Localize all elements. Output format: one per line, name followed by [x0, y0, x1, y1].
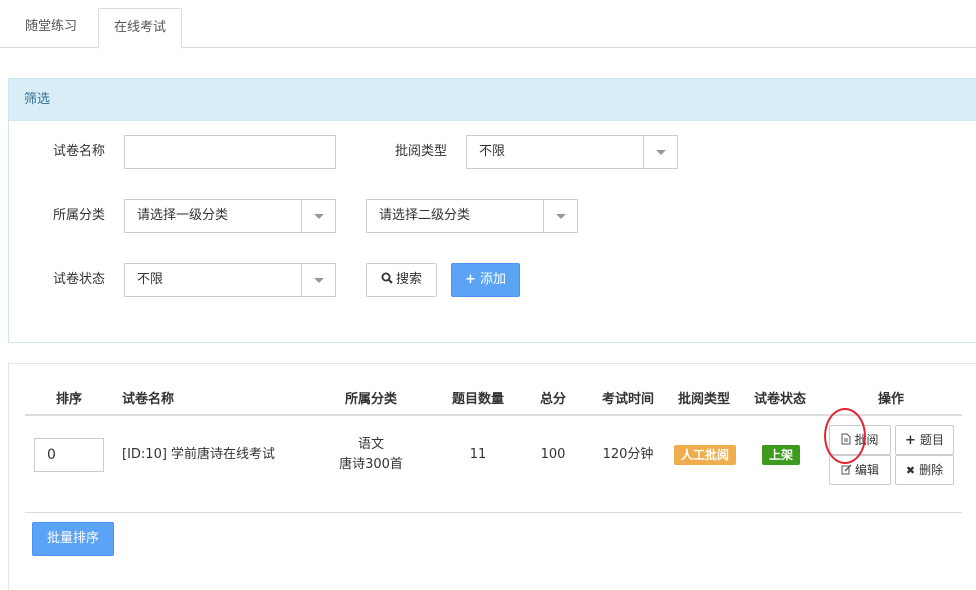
sort-input[interactable]: 0	[34, 438, 104, 472]
category1-value: 请选择一级分类	[137, 208, 229, 223]
chevron-down-icon	[301, 264, 335, 296]
chevron-down-icon	[301, 200, 335, 232]
paper-name-input[interactable]	[124, 135, 336, 169]
paper-name-label: 试卷名称	[53, 144, 106, 159]
th-sort: 排序	[55, 392, 82, 407]
chevron-down-icon	[543, 200, 577, 232]
questions-label: 题目	[919, 433, 944, 447]
th-question-count: 题目数量	[451, 392, 504, 407]
category-cell-line1: 语文	[357, 437, 384, 452]
category1-select[interactable]: 请选择一级分类	[124, 199, 336, 233]
close-icon: ✖	[905, 464, 916, 477]
search-button[interactable]: 搜索	[366, 263, 437, 297]
review-type-value: 不限	[479, 144, 506, 159]
search-label: 搜索	[395, 272, 422, 287]
paper-name-cell: [ID:10] 学前唐诗在线考试	[122, 447, 276, 462]
table-bottom-divider	[25, 512, 962, 513]
exam-time-cell: 120分钟	[602, 447, 654, 462]
category2-select[interactable]: 请选择二级分类	[366, 199, 578, 233]
search-icon	[381, 272, 393, 284]
review-type-label: 批阅类型	[395, 144, 448, 159]
th-paper-name: 试卷名称	[122, 392, 175, 407]
th-review-type: 批阅类型	[677, 392, 730, 407]
edit-label: 编辑	[854, 463, 879, 477]
status-label: 试卷状态	[53, 272, 106, 287]
th-exam-time: 考试时间	[601, 392, 654, 407]
th-actions: 操作	[877, 392, 904, 407]
category2-value: 请选择二级分类	[379, 208, 471, 223]
question-count-cell: 11	[469, 447, 487, 462]
category-cell-line2: 唐诗300首	[339, 457, 403, 472]
delete-button[interactable]: ✖ 删除	[895, 455, 954, 485]
questions-button[interactable]: + 题目	[895, 425, 954, 455]
plus-icon: +	[905, 433, 916, 448]
status-value: 不限	[137, 272, 164, 287]
table-header-divider	[25, 414, 962, 416]
chevron-down-icon	[643, 136, 677, 168]
tab-online-exam[interactable]: 在线考试	[98, 8, 183, 49]
th-category: 所属分类	[344, 392, 397, 407]
th-status: 试卷状态	[753, 392, 806, 407]
sort-value: 0	[47, 447, 56, 463]
tab-practice[interactable]: 随堂练习	[10, 8, 92, 48]
filter-heading: 筛选	[9, 79, 976, 121]
review-type-badge: 人工批阅	[674, 445, 737, 465]
total-score-cell: 100	[540, 447, 566, 462]
tab-bar: 随堂练习 在线考试	[0, 0, 976, 49]
th-total-score: 总分	[539, 392, 566, 407]
status-badge: 上架	[762, 445, 801, 465]
category-label: 所属分类	[53, 208, 106, 223]
highlight-circle	[824, 408, 866, 464]
delete-label: 删除	[919, 463, 944, 477]
plus-icon: +	[465, 272, 476, 287]
status-select[interactable]: 不限	[124, 263, 336, 297]
add-label: 添加	[479, 272, 506, 287]
edit-icon	[841, 464, 852, 475]
add-button[interactable]: + 添加	[451, 263, 520, 297]
batch-sort-button[interactable]: 批量排序	[32, 522, 114, 556]
review-type-select[interactable]: 不限	[466, 135, 678, 169]
